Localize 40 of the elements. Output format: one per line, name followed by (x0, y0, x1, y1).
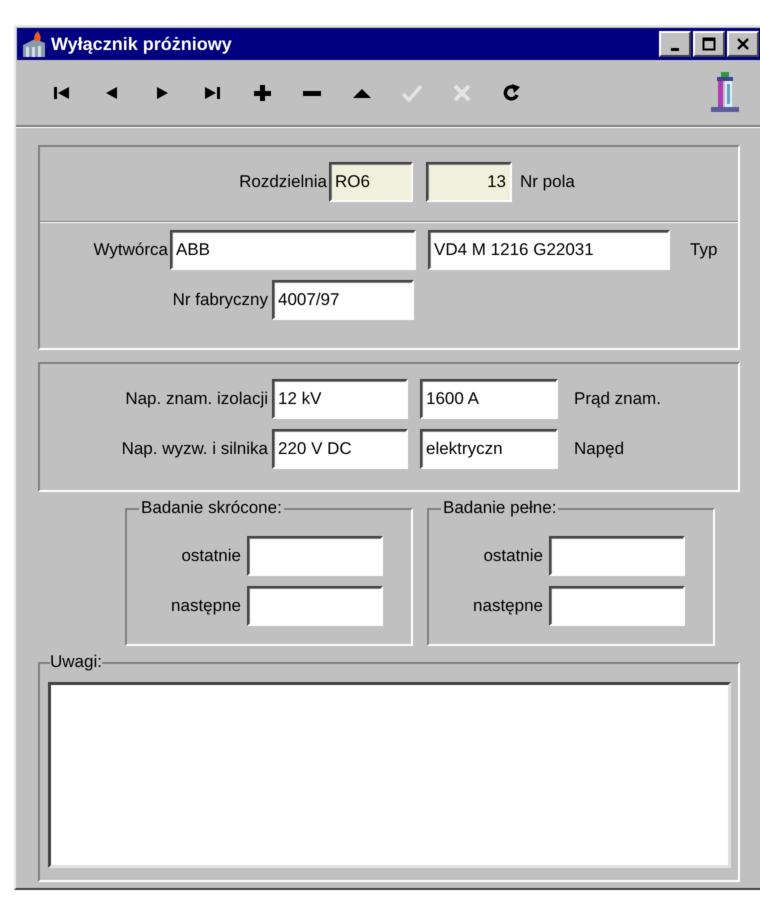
field-label: Nr pola (520, 172, 575, 192)
field-label: Nr fabryczny (172, 290, 269, 310)
input-field[interactable]: 220 V DC (272, 429, 408, 469)
close-button[interactable] (727, 31, 759, 57)
minimize-button[interactable] (659, 31, 691, 57)
checkmark-icon (400, 82, 424, 104)
input-field[interactable] (549, 586, 685, 626)
field-label: następne (472, 596, 544, 616)
input-field[interactable]: elektryczn (420, 429, 558, 469)
field-label: Nap. wyzw. i silnika (120, 439, 269, 459)
field-label: ostatnie (482, 546, 544, 566)
field-label: ostatnie (180, 546, 242, 566)
input-field[interactable]: 4007/97 (272, 280, 414, 320)
field-label: Prąd znam. (574, 389, 661, 409)
group-title: Badanie pełne: (441, 498, 558, 518)
notes-field[interactable] (48, 682, 731, 868)
input-field[interactable]: 12 kV (272, 379, 408, 419)
field-label: Typ (690, 240, 718, 260)
maximize-button[interactable] (693, 31, 725, 57)
input-field[interactable] (247, 536, 383, 576)
input-field[interactable]: RO6 (329, 162, 413, 202)
minimize-icon (671, 48, 679, 50)
field-label: Nap. znam. izolacji (124, 389, 269, 409)
maximize-icon (702, 37, 716, 51)
input-field[interactable]: VD4 M 1216 G22031 (428, 230, 670, 270)
window-title: Wyłącznik próżniowy (51, 34, 232, 54)
minus-icon (303, 90, 321, 96)
field-label: Wytwórca (92, 240, 169, 260)
building-icon (21, 31, 47, 57)
input-field[interactable]: 1600 A (420, 379, 558, 419)
group-title: Uwagi: (50, 652, 102, 672)
field-label: Rozdzielnia (238, 172, 328, 192)
input-field[interactable]: ABB (170, 230, 416, 270)
close-icon (736, 37, 750, 51)
field-label: Napęd (574, 439, 624, 459)
input-field[interactable] (247, 586, 383, 626)
field-label: następne (170, 596, 242, 616)
input-field[interactable]: 13 (426, 162, 512, 202)
input-field[interactable] (549, 536, 685, 576)
door-exit-icon[interactable] (710, 72, 740, 114)
